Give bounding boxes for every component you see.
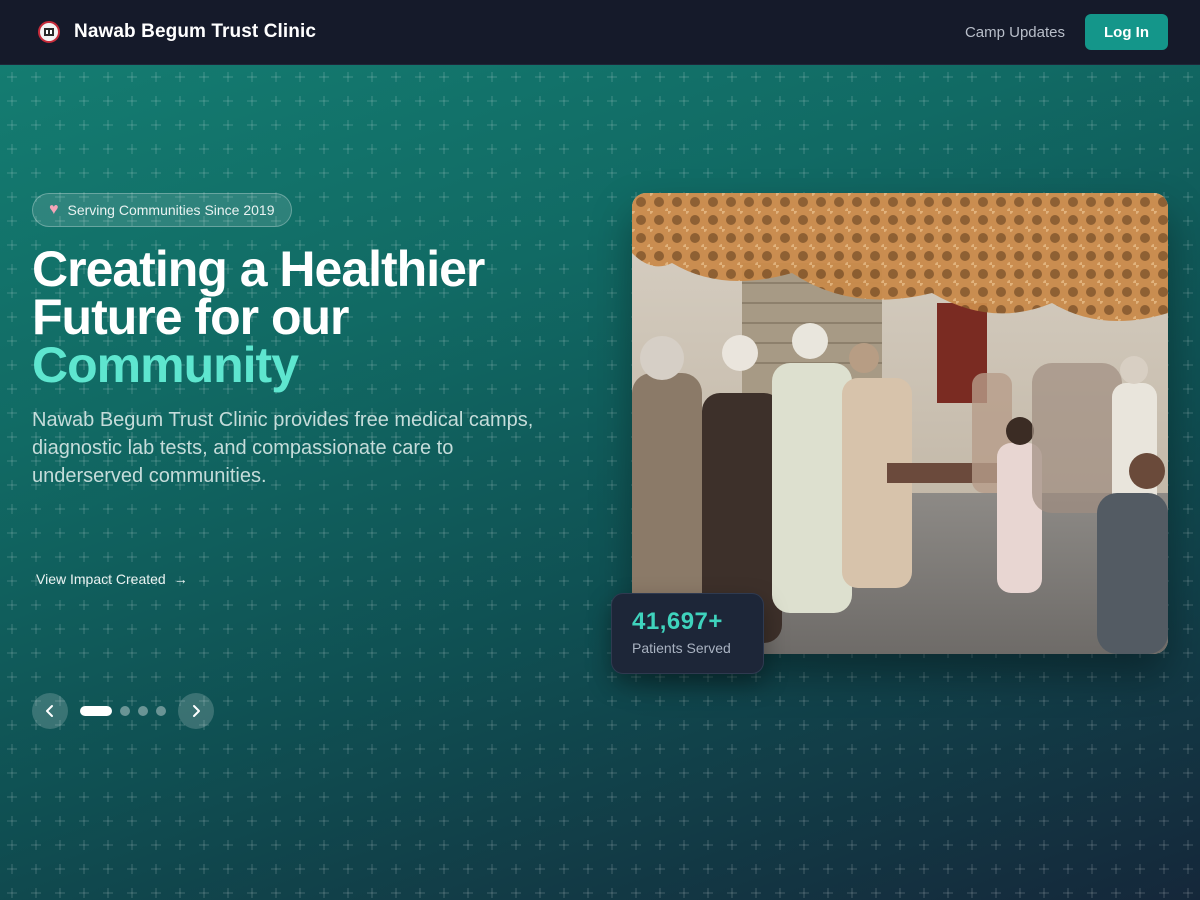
hero-description: Nawab Begum Trust Clinic provides free m… xyxy=(32,409,534,487)
carousel-dot-3[interactable] xyxy=(138,706,148,716)
medical-camp-photo xyxy=(632,193,1168,654)
carousel-dots xyxy=(80,706,166,716)
clinic-logo-icon xyxy=(38,21,60,43)
brand-name: Nawab Begum Trust Clinic xyxy=(74,21,317,42)
carousel-dot-4[interactable] xyxy=(156,706,166,716)
arrow-right-icon: → xyxy=(173,571,188,587)
hero-headline: Creating a Healthier Future for our Comm… xyxy=(32,244,592,393)
patients-stat-card: 41,697+ Patients Served xyxy=(611,593,764,674)
stat-label: Patients Served xyxy=(632,640,731,656)
heart-icon: ♥ xyxy=(49,201,59,218)
brand[interactable]: Nawab Begum Trust Clinic xyxy=(38,21,316,43)
stat-value: 41,697+ xyxy=(632,608,723,635)
carousel-dot-2[interactable] xyxy=(120,706,130,716)
since-badge: ♥ Serving Communities Since 2019 xyxy=(32,193,292,227)
chevron-left-icon xyxy=(46,705,53,717)
nav-right: Camp Updates Log In xyxy=(965,14,1168,50)
carousel-dot-1[interactable] xyxy=(80,706,112,716)
top-navbar: Nawab Begum Trust Clinic Camp Updates Lo… xyxy=(0,0,1200,65)
hero-section: ♥ Serving Communities Since 2019 Creatin… xyxy=(0,65,1200,900)
carousel-next-button[interactable] xyxy=(178,693,214,729)
view-impact-link[interactable]: View Impact Created → xyxy=(36,571,188,587)
chevron-right-icon xyxy=(193,705,200,717)
carousel-controls xyxy=(32,693,214,729)
impact-link-label: View Impact Created xyxy=(36,571,166,587)
headline-accent: Community xyxy=(32,337,299,393)
carousel-prev-button[interactable] xyxy=(32,693,68,729)
login-button[interactable]: Log In xyxy=(1085,14,1168,50)
badge-label: Serving Communities Since 2019 xyxy=(67,202,275,218)
camp-updates-link[interactable]: Camp Updates xyxy=(965,24,1065,41)
